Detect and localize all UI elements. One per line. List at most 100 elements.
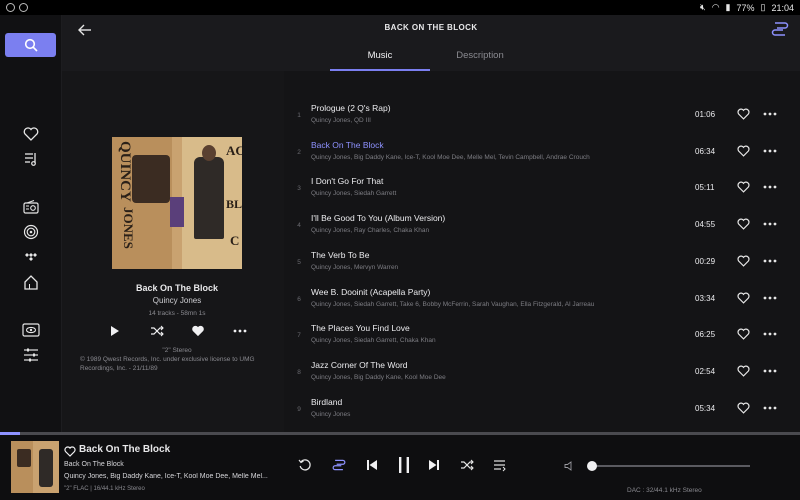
track-row[interactable]: 9 Birdland Quincy Jones 05:34 xyxy=(284,387,800,423)
playlists-button[interactable] xyxy=(20,148,42,170)
pause-button[interactable] xyxy=(395,455,413,475)
home-icon xyxy=(24,275,38,290)
page-header: BACK ON THE BLOCK Music Description xyxy=(62,15,800,71)
track-title: Prologue (2 Q's Rap) xyxy=(311,103,391,113)
track-favorite-button[interactable] xyxy=(736,327,750,341)
track-more-button[interactable] xyxy=(762,217,778,231)
now-playing-album: Back On The Block xyxy=(64,461,124,468)
track-favorite-button[interactable] xyxy=(736,401,750,415)
track-more-button[interactable] xyxy=(762,364,778,378)
track-title: Jazz Corner Of The Word xyxy=(311,359,408,370)
track-number: 5 xyxy=(297,258,301,266)
play-album-button[interactable] xyxy=(105,323,125,339)
track-duration: 06:34 xyxy=(695,146,716,156)
track-artists: Quincy Jones, Ray Charles, Chaka Khan xyxy=(311,227,430,235)
now-playing-title: Back On The Block xyxy=(79,444,171,455)
clock: 21:04 xyxy=(771,2,794,13)
track-row[interactable]: 5 The Verb To Be Quincy Jones, Mervyn Warr… xyxy=(284,240,800,276)
previous-track-button[interactable] xyxy=(364,457,380,473)
tab-description[interactable]: Description xyxy=(430,45,530,71)
visualizer-button[interactable] xyxy=(20,319,42,341)
track-row[interactable]: 4 I'll Be Good To You (Album Version) Quin… xyxy=(284,203,800,239)
cover-lettering-c: C xyxy=(230,233,240,248)
track-number: 8 xyxy=(297,368,301,376)
track-number: 2 xyxy=(297,148,301,156)
shuffle-icon xyxy=(150,325,164,337)
more-horizontal-icon xyxy=(233,329,247,333)
radio-icon xyxy=(23,200,39,214)
play-icon xyxy=(111,326,119,336)
track-row[interactable]: 1 Prologue (2 Q's Rap) Quincy Jones, QD II… xyxy=(284,93,800,129)
search-button[interactable] xyxy=(5,33,56,57)
track-number: 9 xyxy=(297,405,301,413)
now-playing-cover[interactable] xyxy=(11,441,59,493)
track-more-button[interactable] xyxy=(762,144,778,158)
tab-bar: Music Description xyxy=(330,45,530,71)
now-playing-artists: Quincy Jones, Big Daddy Kane, Ice-T, Koo… xyxy=(64,473,268,480)
sidebar xyxy=(0,15,62,432)
cover-lettering-bl: BL xyxy=(226,197,242,211)
dac-info: DAC : 32/44.1 kHz Stereo xyxy=(627,487,702,494)
loop-button[interactable] xyxy=(331,457,347,473)
album-artist[interactable]: Quincy Jones xyxy=(62,296,292,305)
more-horizontal-icon xyxy=(763,332,777,336)
track-title: The Places You Find Love xyxy=(311,323,410,334)
track-row[interactable]: 7 The Places You Find Love Quincy Jones, S… xyxy=(284,313,800,349)
track-row[interactable]: 2 Back On The Block Quincy Jones, Big Dadd… xyxy=(284,130,800,166)
track-favorite-button[interactable] xyxy=(736,254,750,268)
track-more-button[interactable] xyxy=(762,254,778,268)
track-more-button[interactable] xyxy=(762,327,778,341)
output-device-button[interactable] xyxy=(770,19,790,39)
track-title: I Don't Go For That xyxy=(311,176,384,187)
track-artists: Quincy Jones, QD III xyxy=(311,117,371,124)
radio-button[interactable] xyxy=(20,196,42,218)
podcasts-button[interactable] xyxy=(20,221,42,243)
track-more-button[interactable] xyxy=(762,291,778,305)
shuffle-album-button[interactable] xyxy=(147,323,167,339)
tidal-button[interactable] xyxy=(20,246,42,268)
track-favorite-button[interactable] xyxy=(736,364,750,378)
tab-music[interactable]: Music xyxy=(330,45,430,71)
track-duration: 06:25 xyxy=(695,330,716,340)
track-favorite-button[interactable] xyxy=(736,180,750,194)
shuffle-button[interactable] xyxy=(459,457,475,473)
track-favorite-button[interactable] xyxy=(736,291,750,305)
track-title: Wee B. Dooinit (Acapella Party) xyxy=(311,286,431,297)
cover-lettering-quincy: QUINCY xyxy=(117,141,133,202)
heart-icon xyxy=(64,445,76,457)
queue-button[interactable] xyxy=(493,457,509,473)
equalizer-icon xyxy=(24,348,38,362)
album-more-button[interactable] xyxy=(230,323,250,339)
track-row[interactable]: 3 I Don't Go For That Quincy Jones, Siedah… xyxy=(284,166,800,202)
track-favorite-button[interactable] xyxy=(736,217,750,231)
track-row[interactable]: 8 Jazz Corner Of The Word Quincy Jones, Bi… xyxy=(284,350,800,386)
more-horizontal-icon xyxy=(763,185,777,189)
track-more-button[interactable] xyxy=(762,107,778,121)
heart-icon xyxy=(736,402,750,414)
shuffle-icon xyxy=(461,459,474,471)
volume-slider[interactable] xyxy=(590,465,750,467)
notification-icon xyxy=(6,3,15,12)
track-more-button[interactable] xyxy=(762,401,778,415)
settings-button[interactable] xyxy=(20,344,42,366)
favorite-album-button[interactable] xyxy=(188,323,208,339)
volume-slider-handle[interactable] xyxy=(587,461,597,471)
now-playing-favorite-button[interactable] xyxy=(64,445,76,457)
track-number: 7 xyxy=(297,332,301,340)
volume-button[interactable] xyxy=(563,460,575,472)
signal-icon: ▮ xyxy=(725,2,731,12)
next-track-button[interactable] xyxy=(426,457,442,473)
wifi-icon: ◠ xyxy=(711,2,720,12)
album-cover: QUINCY JONES AC BL C xyxy=(112,137,242,269)
track-favorite-button[interactable] xyxy=(736,107,750,121)
track-row[interactable]: 6 Wee B. Dooinit (Acapella Party) Quincy J… xyxy=(284,277,800,313)
favorites-button[interactable] xyxy=(20,123,42,145)
heart-icon xyxy=(736,365,750,377)
home-button[interactable] xyxy=(20,271,42,293)
album-copyright: © 1989 Qwest Records, Inc. under exclusi… xyxy=(80,356,255,372)
heart-icon xyxy=(736,328,750,340)
repeat-button[interactable] xyxy=(297,457,313,473)
track-favorite-button[interactable] xyxy=(736,144,750,158)
track-artists: Quincy Jones xyxy=(311,410,351,418)
track-more-button[interactable] xyxy=(762,180,778,194)
